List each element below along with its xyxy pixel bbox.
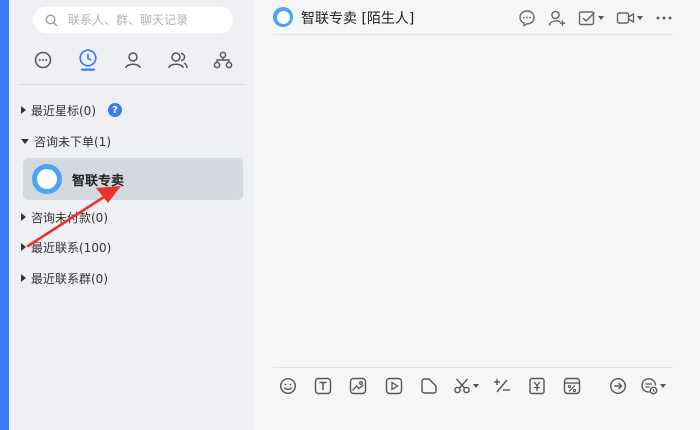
discount-icon: [563, 377, 581, 395]
group-recent-contacts[interactable]: 最近联系(100): [21, 237, 111, 257]
chat-bubble-icon: [519, 10, 535, 27]
text-font-icon: [314, 377, 332, 395]
sidebar: 最近星标(0) ? 咨询未下单(1) 智联专卖 咨询未付款(0) 最近联系(10…: [9, 0, 253, 430]
group-recent-groups[interactable]: 最近联系群(0): [21, 268, 108, 288]
group-consult-no-order[interactable]: 咨询未下单(1): [21, 131, 111, 151]
chat-bubble-button[interactable]: [518, 9, 536, 27]
scissors-icon: [454, 378, 470, 394]
dropdown-caret-icon: [473, 384, 479, 388]
task-button[interactable]: [578, 9, 604, 27]
accent-bar: [0, 0, 9, 430]
tab-chat[interactable]: [31, 48, 55, 72]
file-button[interactable]: [420, 377, 438, 395]
group-label: 咨询未下单(1): [34, 134, 111, 149]
video-call-button[interactable]: [616, 9, 643, 27]
avatar-inner: [37, 169, 57, 189]
nav-tabs: [21, 48, 246, 74]
chat-title: 智联专卖 [陌生人]: [301, 11, 415, 27]
group-consult-unpaid[interactable]: 咨询未付款(0): [21, 207, 108, 227]
add-contact-button[interactable]: [548, 9, 566, 27]
coupon-icon: [529, 377, 545, 395]
discount-button[interactable]: [563, 377, 581, 395]
font-button[interactable]: [314, 377, 332, 395]
chat-icon: [34, 51, 52, 69]
chat-header: 智联专卖 [陌生人]: [273, 0, 673, 35]
group-label: 最近联系(100): [31, 240, 112, 255]
caret-right-icon: [21, 213, 26, 221]
emoji-icon: [279, 377, 297, 395]
avatar-inner: [276, 10, 290, 24]
quick-phrase-button[interactable]: [493, 377, 511, 395]
contact-name: 智联专卖: [72, 173, 125, 189]
video-camera-icon: [616, 12, 635, 24]
history-chat-icon: [641, 378, 658, 395]
nav-divider: [19, 84, 245, 85]
avatar: [273, 7, 293, 27]
emoji-button[interactable]: [279, 377, 297, 395]
image-button[interactable]: [349, 377, 367, 395]
transfer-button[interactable]: [609, 377, 627, 395]
contact-icon: [125, 52, 141, 69]
group-label: 最近联系群(0): [31, 271, 108, 286]
avatar: [32, 164, 62, 194]
group-label: 咨询未付款(0): [31, 210, 108, 225]
caret-right-icon: [21, 243, 26, 251]
quick-reply-icon: [494, 379, 510, 393]
dropdown-caret-icon: [598, 16, 604, 20]
search-input[interactable]: [68, 13, 218, 27]
tab-contacts[interactable]: [121, 48, 145, 72]
search-box[interactable]: [33, 7, 233, 33]
search-icon: [45, 13, 58, 26]
caret-right-icon: [21, 106, 26, 114]
input-toolbar: [273, 367, 673, 401]
group-icon: [168, 52, 188, 69]
image-icon: [349, 377, 367, 395]
screenshot-button[interactable]: [453, 377, 479, 395]
dropdown-caret-icon: [660, 384, 666, 388]
tab-groups[interactable]: [166, 48, 190, 72]
group-label: 最近星标(0): [31, 103, 96, 118]
more-dots-icon: [656, 16, 672, 20]
video-button[interactable]: [385, 377, 403, 395]
header-actions: [506, 7, 673, 29]
tab-recent[interactable]: [76, 48, 100, 72]
contact-item[interactable]: 智联专卖: [23, 158, 243, 200]
caret-down-icon: [21, 138, 29, 144]
tab-org[interactable]: [211, 48, 235, 72]
caret-right-icon: [21, 274, 26, 282]
history-button[interactable]: [640, 377, 666, 395]
task-check-icon: [578, 11, 596, 26]
help-icon[interactable]: ?: [108, 103, 122, 117]
transfer-arrow-icon: [609, 377, 627, 395]
org-icon: [213, 51, 233, 69]
video-play-icon: [385, 377, 403, 395]
chat-panel: 智联专卖 [陌生人]: [253, 0, 700, 430]
recent-clock-icon: [79, 49, 97, 71]
add-contact-icon: [548, 10, 566, 26]
coupon-button[interactable]: [528, 377, 546, 395]
group-starred[interactable]: 最近星标(0) ?: [21, 100, 122, 120]
folder-icon: [421, 378, 437, 394]
dropdown-caret-icon: [637, 16, 643, 20]
more-button[interactable]: [655, 9, 673, 27]
